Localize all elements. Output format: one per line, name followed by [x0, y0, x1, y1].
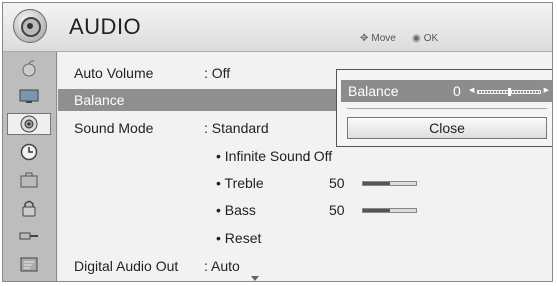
ok-button-icon: ◉ [412, 33, 421, 44]
sidebar-item-audio[interactable] [7, 113, 51, 135]
digital-audio-out-row[interactable]: Digital Audio Out : Auto [58, 255, 552, 277]
page-title: AUDIO [69, 14, 142, 39]
move-arrows-icon: ✥ [360, 33, 369, 44]
lock-icon [22, 200, 36, 217]
balance-slider-thumb[interactable] [507, 88, 511, 96]
plug-icon [19, 232, 38, 240]
scroll-down-icon[interactable] [251, 276, 259, 281]
treble-level-bar[interactable] [362, 181, 417, 186]
support-icon [20, 257, 38, 272]
balance-popup: Balance 0 ◀ ▶ Close [336, 69, 552, 147]
divider [347, 108, 547, 109]
sidebar-item-input[interactable] [7, 225, 51, 247]
sidebar-item-support[interactable] [7, 253, 51, 275]
sidebar-item-time[interactable] [7, 141, 51, 163]
right-arrow-icon: ▶ [543, 87, 549, 94]
balance-popup-row[interactable]: Balance 0 ◀ ▶ [341, 80, 552, 102]
bass-row[interactable]: • Bass 50 [58, 199, 552, 221]
sidebar-item-menu[interactable] [7, 57, 51, 79]
header-bar: AUDIO ✥ Move ◉ OK [3, 3, 552, 52]
move-hint: ✥ Move [360, 33, 396, 44]
sidebar-item-lock[interactable] [7, 197, 51, 219]
ok-hint: ◉ OK [412, 33, 439, 44]
suitcase-icon [20, 172, 38, 188]
sidebar-item-picture[interactable] [7, 85, 51, 107]
audio-settings-screen: AUDIO ✥ Move ◉ OK Auto Volume: Off Bala… [2, 2, 553, 282]
speaker-icon [13, 9, 47, 43]
speaker-icon [20, 115, 38, 133]
bass-level-bar[interactable] [362, 208, 417, 213]
infinite-sound-row[interactable]: • Infinite Sound : Off [58, 145, 552, 167]
treble-row[interactable]: • Treble 50 [58, 172, 552, 194]
reset-row[interactable]: • Reset [58, 227, 552, 249]
balance-slider[interactable]: ◀ ▶ [469, 87, 549, 96]
left-arrow-icon: ◀ [469, 87, 475, 94]
tv-icon [19, 89, 39, 103]
close-button[interactable]: Close [347, 117, 547, 139]
apple-icon [22, 60, 36, 77]
sidebar [3, 52, 57, 281]
sidebar-item-option[interactable] [7, 169, 51, 191]
clock-icon [20, 143, 38, 161]
